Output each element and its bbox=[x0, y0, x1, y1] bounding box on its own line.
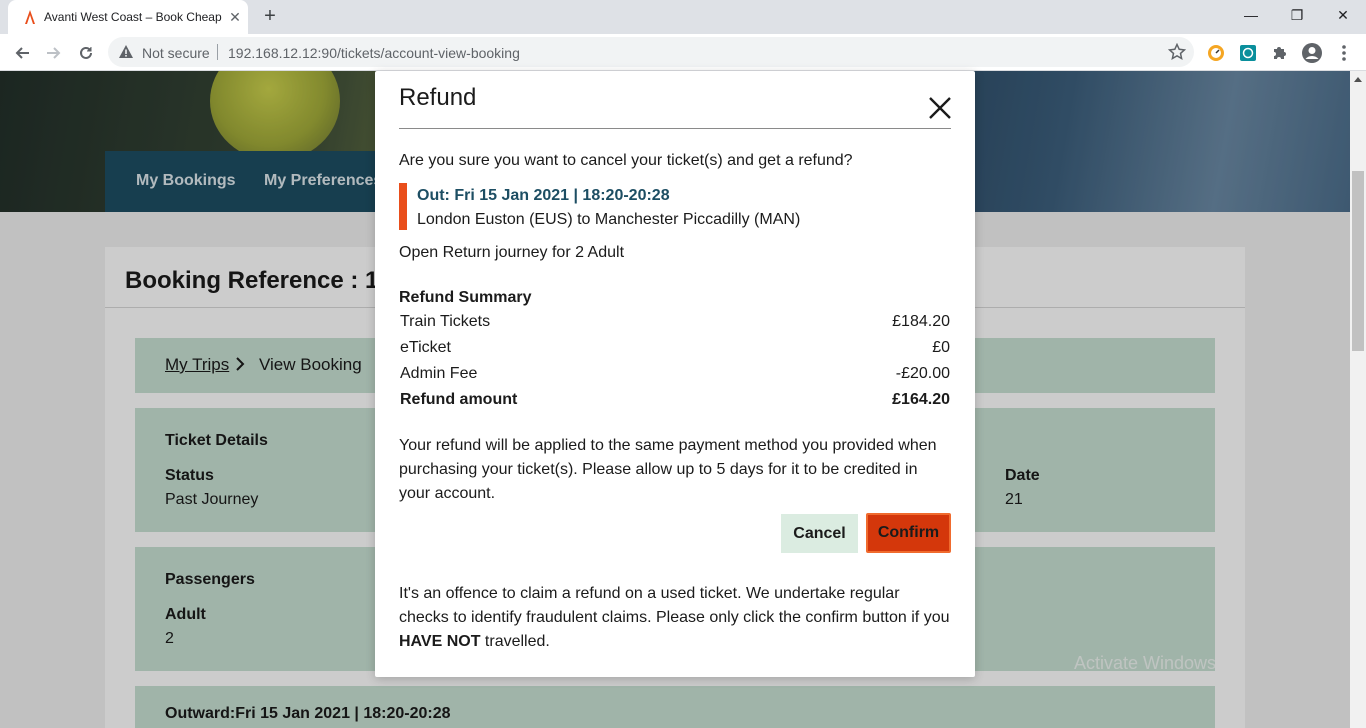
arrow-right-icon bbox=[47, 47, 61, 59]
refund-question: Are you sure you want to cancel your tic… bbox=[399, 152, 853, 169]
new-tab-button[interactable]: + bbox=[258, 5, 282, 29]
summary-row-refund-amount: Refund amount £164.20 bbox=[400, 391, 950, 413]
window-close-button[interactable]: ✕ bbox=[1320, 0, 1366, 30]
tab-close-icon[interactable]: ✕ bbox=[226, 8, 244, 26]
summary-value: £184.20 bbox=[892, 313, 950, 330]
scroll-up-arrow-icon[interactable] bbox=[1354, 76, 1362, 82]
fraud-warning: It's an offence to claim a refund on a u… bbox=[399, 582, 951, 654]
menu-kebab-icon[interactable] bbox=[1336, 43, 1352, 63]
minimize-button[interactable]: — bbox=[1228, 0, 1274, 30]
page-scrollbar[interactable] bbox=[1350, 71, 1366, 728]
journey-route: London Euston (EUS) to Manchester Piccad… bbox=[417, 211, 801, 228]
summary-value: -£20.00 bbox=[895, 365, 950, 382]
reload-button[interactable] bbox=[73, 40, 99, 66]
extension-chip-icon[interactable] bbox=[1238, 43, 1258, 63]
url-divider bbox=[217, 44, 218, 60]
address-bar[interactable]: Not secure 192.168.12.12:90/tickets/acco… bbox=[108, 37, 1194, 67]
summary-row-eticket: eTicket £0 bbox=[400, 339, 950, 361]
profile-avatar-icon[interactable] bbox=[1301, 42, 1323, 64]
fraud-warning-end: travelled. bbox=[480, 633, 550, 650]
url-text[interactable]: 192.168.12.12:90/tickets/account-view-bo… bbox=[228, 45, 520, 61]
refund-amount-value: £164.20 bbox=[892, 391, 950, 408]
fraud-warning-text: It's an offence to claim a refund on a u… bbox=[399, 585, 950, 626]
avanti-favicon-icon bbox=[25, 10, 35, 24]
cancel-button[interactable]: Cancel bbox=[781, 514, 858, 553]
modal-title: Refund bbox=[399, 84, 477, 111]
bookmark-star-icon[interactable] bbox=[1168, 43, 1186, 61]
refund-amount-label: Refund amount bbox=[400, 391, 518, 408]
security-label[interactable]: Not secure bbox=[142, 45, 210, 61]
browser-toolbar: Not secure 192.168.12.12:90/tickets/acco… bbox=[0, 34, 1366, 71]
refund-note: Your refund will be applied to the same … bbox=[399, 437, 937, 502]
journey-out: Out: Fri 15 Jan 2021 | 18:20-20:28 bbox=[417, 187, 670, 204]
back-button[interactable] bbox=[9, 40, 35, 66]
refund-summary-heading: Refund Summary bbox=[399, 289, 532, 306]
summary-label: eTicket bbox=[400, 339, 451, 356]
summary-value: £0 bbox=[932, 339, 950, 356]
browser-tab[interactable]: Avanti West Coast – Book Cheap ✕ bbox=[8, 0, 248, 34]
journey-accent-bar bbox=[399, 183, 407, 230]
summary-label: Train Tickets bbox=[400, 313, 491, 330]
warning-icon bbox=[119, 45, 133, 58]
ticket-type: Open Return journey for 2 Adult bbox=[399, 244, 625, 261]
close-icon[interactable] bbox=[927, 95, 953, 121]
modal-divider bbox=[399, 128, 951, 129]
arrow-left-icon bbox=[15, 47, 29, 59]
scroll-thumb[interactable] bbox=[1352, 171, 1364, 351]
extensions-puzzle-icon[interactable] bbox=[1270, 43, 1290, 63]
forward-button[interactable] bbox=[41, 40, 67, 66]
reload-icon bbox=[80, 46, 92, 59]
summary-label: Admin Fee bbox=[400, 365, 478, 382]
browser-tabbar: Avanti West Coast – Book Cheap ✕ + — ❐ ✕ bbox=[0, 0, 1366, 34]
confirm-button[interactable]: Confirm bbox=[866, 513, 951, 553]
tab-title: Avanti West Coast – Book Cheap bbox=[44, 10, 222, 24]
restore-button[interactable]: ❐ bbox=[1274, 0, 1320, 30]
summary-row-admin-fee: Admin Fee -£20.00 bbox=[400, 365, 950, 387]
summary-row-train-tickets: Train Tickets £184.20 bbox=[400, 313, 950, 335]
fraud-warning-emphasis: HAVE NOT bbox=[399, 633, 481, 650]
refund-modal: Refund Are you sure you want to cancel y… bbox=[375, 71, 975, 677]
extension-speedometer-icon[interactable] bbox=[1206, 43, 1226, 63]
